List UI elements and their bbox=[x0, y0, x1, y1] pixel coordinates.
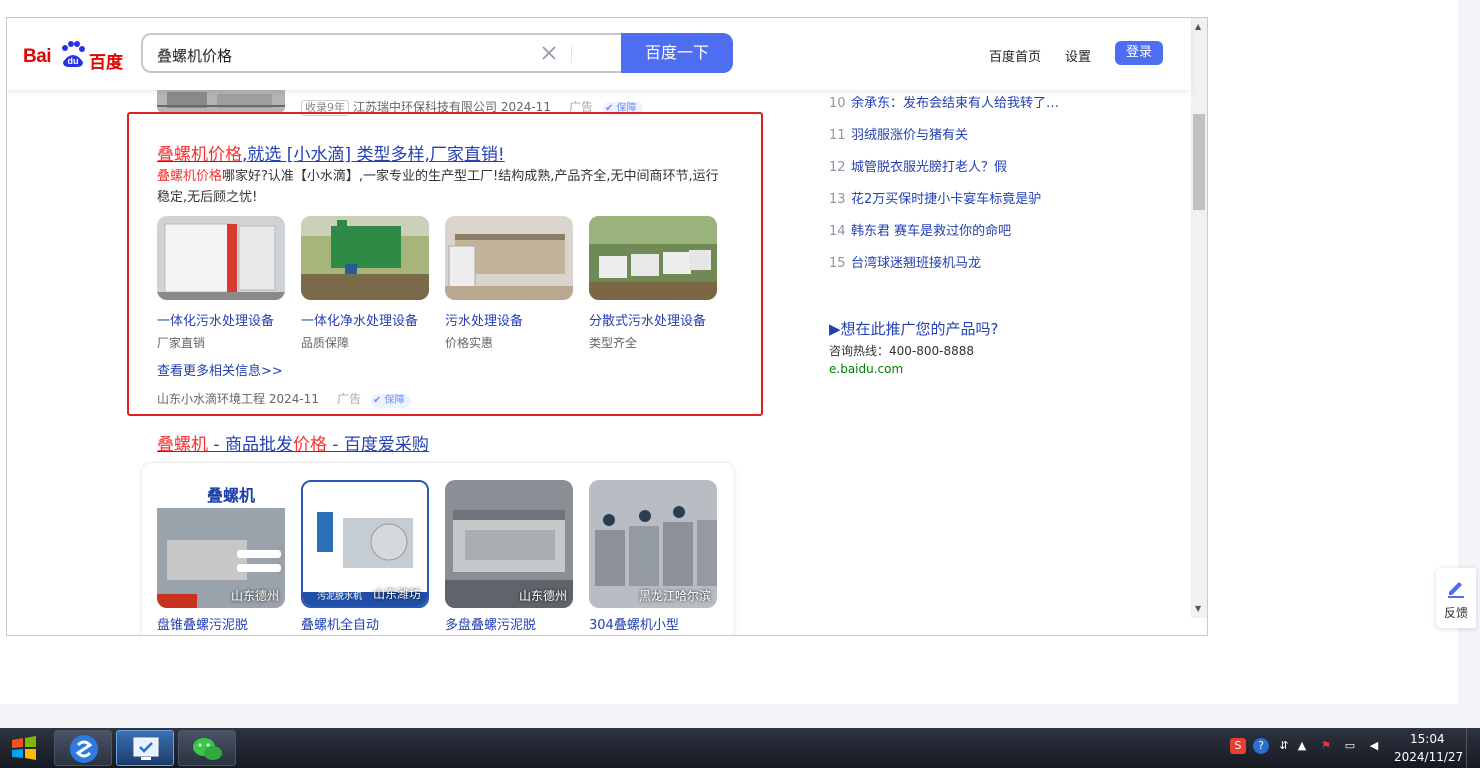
product-image-3[interactable]: 山东德州 bbox=[445, 480, 573, 608]
edit-icon bbox=[1448, 582, 1464, 598]
promo-phone: 咨询热线：400-800-8888 bbox=[829, 344, 975, 358]
promo-title[interactable]: ▶想在此推广您的产品吗? bbox=[829, 318, 999, 339]
search-button[interactable]: 百度一下 bbox=[621, 33, 733, 73]
sogou-browser-icon bbox=[70, 735, 98, 763]
svg-text:du: du bbox=[68, 56, 79, 66]
product-caption-4[interactable]: 304叠螺机小型 bbox=[589, 614, 679, 633]
scrollbar[interactable]: ▲ ▼ bbox=[1191, 18, 1207, 618]
tray-expand-icon[interactable]: ▲ bbox=[1294, 738, 1310, 754]
ad-result-title[interactable]: 叠螺机价格,就选 [小水滴] 类型多样,厂家直销! bbox=[157, 140, 505, 165]
ad-company[interactable]: 山东小水滴环境工程 2024-11 bbox=[157, 392, 319, 406]
ad-label-2: 广告 bbox=[336, 392, 361, 406]
thumb-title-1[interactable]: 一体化污水处理设备 bbox=[157, 310, 274, 329]
hot-list-item[interactable]: 10 余承东：发布会结束有人给我转了… bbox=[829, 92, 1059, 111]
search-input[interactable]: 叠螺机价格 bbox=[141, 33, 622, 73]
sogou-input-icon[interactable]: S bbox=[1230, 738, 1246, 754]
windows-start-icon bbox=[12, 736, 36, 760]
hot-list-item[interactable]: 13 花2万买保时捷小卡宴车标竟是驴 bbox=[829, 188, 1041, 207]
hot-list-item[interactable]: 15 台湾球迷翘班接机马龙 bbox=[829, 252, 981, 271]
thumb-sub-2: 品质保障 bbox=[301, 336, 350, 350]
baidu-logo[interactable]: Bai du 百度 bbox=[23, 40, 127, 73]
promo-link[interactable]: e.baidu.com bbox=[829, 362, 903, 376]
baidu-header: Bai du 百度 叠螺机价格 百度一下 百度首页 设置 登录 bbox=[7, 18, 1191, 90]
thumb-sewage-equipment[interactable] bbox=[445, 216, 573, 300]
volume-icon[interactable]: ◀ bbox=[1366, 738, 1382, 754]
product-location-4: 黑龙江哈尔滨 bbox=[638, 589, 711, 603]
nav-settings-link[interactable]: 设置 bbox=[1065, 46, 1091, 65]
product-caption-3[interactable]: 多盘叠螺污泥脱 bbox=[445, 614, 536, 633]
product-result-title[interactable]: 叠螺机 - 商品批发价格 - 百度爱采购 bbox=[157, 430, 429, 455]
product-caption-1[interactable]: 盘锥叠螺污泥脱 bbox=[157, 614, 248, 633]
network-icon[interactable]: ▭ bbox=[1342, 738, 1358, 754]
hot-list-item[interactable]: 14 韩东君 赛车是救过你的命吧 bbox=[829, 220, 1011, 239]
thumb-water-purification[interactable] bbox=[301, 216, 429, 300]
thumb-sub-3: 价格实惠 bbox=[445, 336, 494, 350]
show-desktop-button[interactable] bbox=[1466, 728, 1480, 768]
windows-taskbar: S ? ⇵ ▲ ⚑ ▭ ◀ 15:04 2024/11/27 bbox=[0, 728, 1480, 768]
login-button[interactable]: 登录 bbox=[1115, 41, 1163, 65]
action-center-icon[interactable]: ⚑ bbox=[1318, 738, 1334, 754]
taskbar-app-monitor[interactable] bbox=[116, 730, 174, 766]
product-overlay-1: 叠螺机 bbox=[207, 486, 256, 505]
product-overlay-2: 污泥脱水机 bbox=[317, 592, 363, 602]
thumb-title-4[interactable]: 分散式污水处理设备 bbox=[589, 310, 706, 329]
clear-icon[interactable] bbox=[539, 43, 559, 63]
product-location-1: 山东德州 bbox=[230, 589, 279, 603]
wechat-icon bbox=[193, 738, 222, 760]
clock-time[interactable]: 15:04 bbox=[1410, 732, 1445, 746]
prev-result-image[interactable] bbox=[157, 88, 285, 114]
clock-date[interactable]: 2024/11/27 bbox=[1394, 750, 1463, 764]
thumb-title-3[interactable]: 污水处理设备 bbox=[445, 310, 523, 329]
scroll-up-icon[interactable]: ▲ bbox=[1195, 22, 1201, 31]
shield-badge-2[interactable]: ✔ 保障 bbox=[370, 394, 411, 408]
browser-viewport: 收录9年 江苏瑞中环保科技有限公司 2024-11 广告 ✔ 保障 叠螺机价格,就选 … bbox=[6, 17, 1208, 636]
search-separator bbox=[571, 45, 572, 63]
thumb-integrated-sewage[interactable] bbox=[157, 216, 285, 300]
start-button[interactable] bbox=[2, 730, 46, 766]
paw-icon: du bbox=[62, 41, 85, 67]
ad-result-description: 叠螺机价格哪家好?认准【小水滴】,一家专业的生产型工厂!结构成熟,产品齐全,无中… bbox=[157, 169, 719, 205]
thumb-distributed-sewage[interactable] bbox=[589, 216, 717, 300]
monitor-icon bbox=[133, 737, 159, 760]
scroll-down-icon[interactable]: ▼ bbox=[1195, 604, 1201, 613]
scroll-thumb[interactable] bbox=[1193, 114, 1205, 210]
thumb-sub-4: 类型齐全 bbox=[589, 336, 638, 350]
hot-list-item[interactable]: 12 城管脱衣服光膀打老人？假 bbox=[829, 156, 1007, 175]
taskbar-app-sogou[interactable] bbox=[54, 730, 112, 766]
product-location-2: 山东潍坊 bbox=[372, 587, 421, 601]
taskbar-app-wechat[interactable] bbox=[178, 730, 236, 766]
product-location-3: 山东德州 bbox=[518, 589, 567, 603]
product-caption-2[interactable]: 叠螺机全自动 bbox=[301, 614, 379, 633]
input-method-icon[interactable]: ⇵ bbox=[1276, 738, 1292, 754]
more-info-link[interactable]: 查看更多相关信息>> bbox=[157, 360, 283, 379]
hot-list-item[interactable]: 11 羽绒服涨价与猪有关 bbox=[829, 124, 968, 143]
ad-result-meta: 山东小水滴环境工程 2024-11 广告 ✔ 保障 bbox=[157, 390, 411, 408]
product-image-2[interactable]: 污泥脱水机 山东潍坊 bbox=[301, 480, 429, 608]
product-image-1[interactable]: 叠螺机 山东德州 bbox=[157, 480, 285, 608]
feedback-button[interactable]: 反馈 bbox=[1436, 568, 1476, 628]
thumb-sub-1: 厂家直销 bbox=[157, 336, 206, 350]
thumb-title-2[interactable]: 一体化净水处理设备 bbox=[301, 310, 418, 329]
help-icon[interactable]: ? bbox=[1253, 738, 1269, 754]
product-image-4[interactable]: 黑龙江哈尔滨 bbox=[589, 480, 717, 608]
nav-home-link[interactable]: 百度首页 bbox=[989, 46, 1041, 65]
